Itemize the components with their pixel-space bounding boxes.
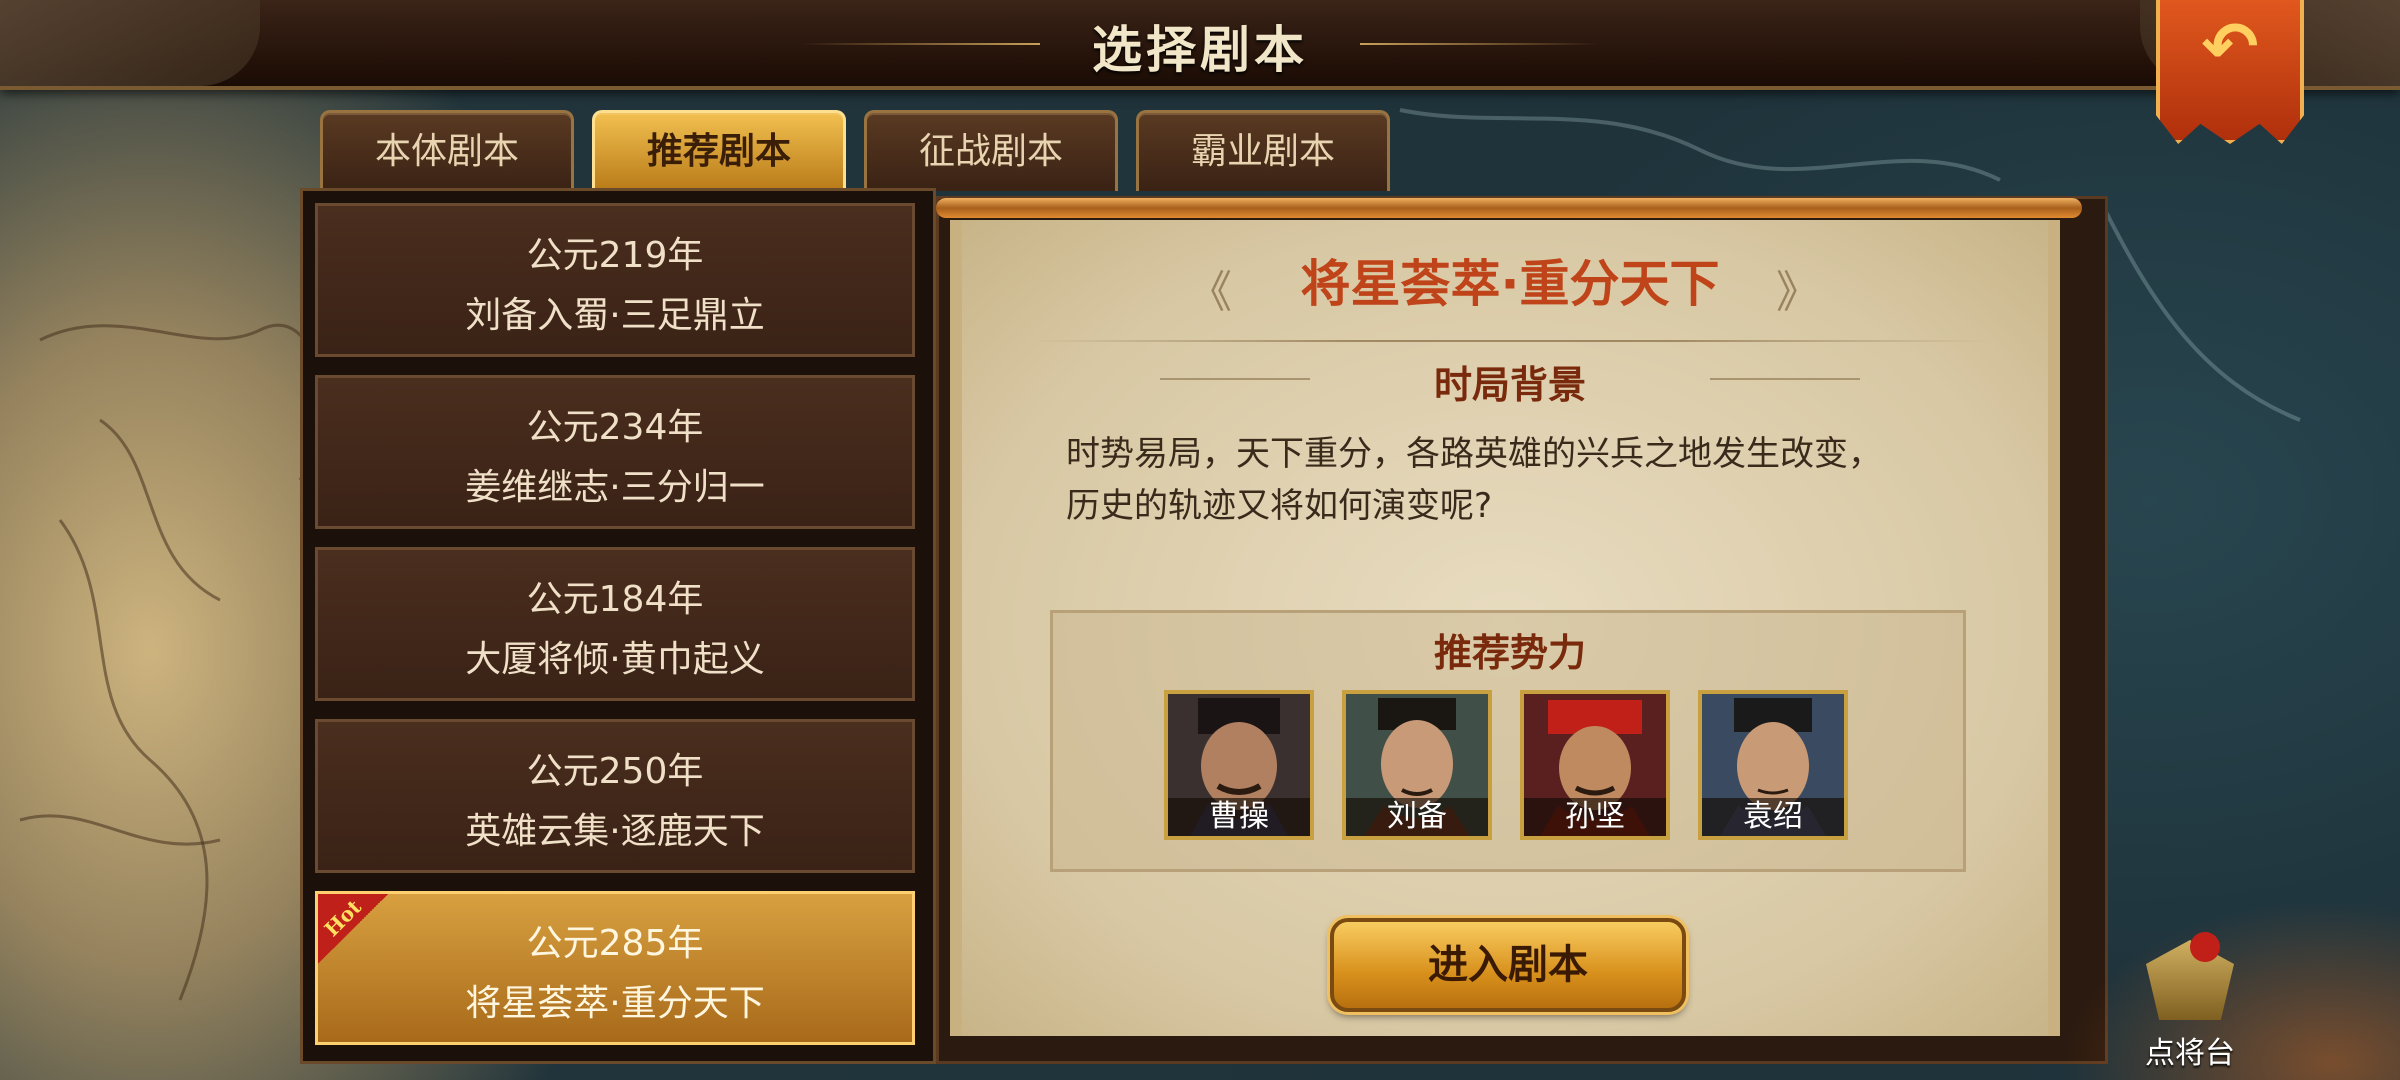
page-title: 选择剧本 (1092, 21, 1308, 79)
header-bar: 选择剧本 (0, 0, 2400, 90)
scenario-year: 公元285年 (526, 923, 704, 964)
cloud-decoration-left (0, 0, 260, 86)
scenario-name: 姜维继志·三分归一 (465, 467, 765, 508)
tab-campaign-scenarios[interactable]: 征战剧本 (864, 110, 1118, 191)
tab-hegemony-scenarios[interactable]: 霸业剧本 (1136, 110, 1390, 191)
hero-portrait-caocao[interactable]: 曹操 (1164, 690, 1314, 840)
hero-portrait-sunjian[interactable]: 孙坚 (1520, 690, 1670, 840)
background-description: 时势易局，天下重分，各路英雄的兴兵之地发生改变， 历史的轨迹又将如何演变呢? (1066, 428, 1966, 532)
scenario-year: 公元219年 (526, 235, 704, 276)
scroll-rod (936, 198, 2082, 218)
title-wrap: 选择剧本 (800, 0, 1600, 86)
heading-line-right (1710, 378, 1860, 380)
tab-recommended-scenarios[interactable]: 推荐剧本 (592, 110, 846, 191)
description-line: 时势易局，天下重分，各路英雄的兴兵之地发生改变， (1066, 434, 1882, 474)
background-heading: 时局背景 (1433, 363, 1586, 407)
general-platform-label: 点将台 (2145, 1036, 2235, 1071)
scenario-name: 将星荟萃·重分天下 (465, 983, 765, 1024)
scenario-item-selected[interactable]: Hot 公元285年 将星荟萃·重分天下 (315, 891, 915, 1045)
hero-portrait-yuanshao[interactable]: 袁绍 (1698, 690, 1848, 840)
hero-name: 曹操 (1168, 798, 1310, 836)
scenario-name: 英雄云集·逐鹿天下 (465, 811, 765, 852)
scenario-item[interactable]: 公元184年 大厦将倾·黄巾起义 (315, 547, 915, 701)
scenario-item[interactable]: 公元250年 英雄云集·逐鹿天下 (315, 719, 915, 873)
recommend-heading: 推荐势力 (1433, 631, 1586, 675)
back-button[interactable]: ↶ (2156, 0, 2304, 144)
back-arrow-icon: ↶ (2201, 8, 2259, 87)
scenario-list: 公元219年 刘备入蜀·三足鼎立 公元234年 姜维继志·三分归一 公元184年… (300, 188, 936, 1064)
scenario-name: 刘备入蜀·三足鼎立 (465, 295, 765, 336)
title-divider (1030, 340, 1990, 342)
description-line: 历史的轨迹又将如何演变呢? (1066, 486, 1493, 526)
scenario-item[interactable]: 公元234年 姜维继志·三分归一 (315, 375, 915, 529)
scenario-year: 公元250年 (526, 751, 704, 792)
title-ornament-right-icon: 》 (1776, 267, 1820, 318)
scenario-year: 公元234年 (526, 407, 704, 448)
general-platform-button[interactable]: 点将台 (2130, 932, 2250, 1071)
scenario-detail-title: 将星荟萃·重分天下 (1300, 255, 1720, 313)
hero-name: 孙坚 (1524, 798, 1666, 836)
scenario-year: 公元184年 (526, 579, 704, 620)
tab-base-scenarios[interactable]: 本体剧本 (320, 110, 574, 191)
scenario-item[interactable]: 公元219年 刘备入蜀·三足鼎立 (315, 203, 915, 357)
helmet-plume-icon (2190, 932, 2220, 962)
hero-portrait-liubei[interactable]: 刘备 (1342, 690, 1492, 840)
enter-scenario-button[interactable]: 进入剧本 (1330, 918, 1686, 1012)
scenario-name: 大厦将倾·黄巾起义 (465, 639, 765, 680)
heading-line-left (1160, 378, 1310, 380)
hero-name: 袁绍 (1702, 798, 1844, 836)
hero-name: 刘备 (1346, 798, 1488, 836)
